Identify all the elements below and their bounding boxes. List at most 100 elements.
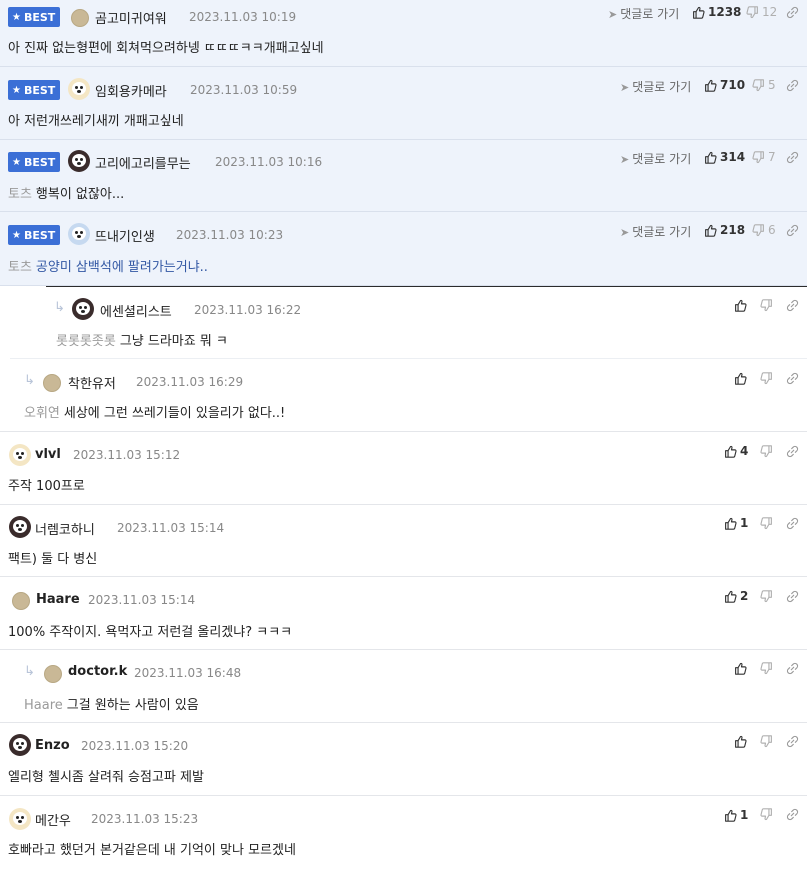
thumbs-up-icon xyxy=(734,662,747,675)
thumbs-down-icon xyxy=(760,299,773,312)
avatar[interactable] xyxy=(68,150,90,172)
upvote-button[interactable] xyxy=(734,299,747,312)
comment-nickname[interactable]: 너렘코하니 xyxy=(35,519,95,538)
comment-nickname[interactable]: 착한유저 xyxy=(68,373,116,392)
upvote-button[interactable]: 1 xyxy=(724,516,748,530)
mention-label[interactable]: 롯롯롯좃롯 xyxy=(56,334,116,349)
comment-nickname[interactable]: doctor.k xyxy=(68,664,127,679)
comment-nickname[interactable]: 에센셜리스트 xyxy=(100,301,172,320)
mention-label[interactable]: Haare xyxy=(24,698,63,713)
send-arrow-icon: ➤ xyxy=(608,8,618,21)
best-badge: ★ BEST xyxy=(8,7,61,27)
mention-label[interactable]: 오휘연 xyxy=(24,406,60,421)
comment-date: 2023.11.03 10:19 xyxy=(189,10,297,24)
comment-date: 2023.11.03 15:23 xyxy=(91,812,199,826)
comment-nickname[interactable]: 뜨내기인생 xyxy=(95,226,155,245)
avatar[interactable] xyxy=(44,665,62,683)
avatar[interactable] xyxy=(9,808,31,830)
downvote-button[interactable]: 7 xyxy=(752,150,776,164)
link-icon[interactable] xyxy=(786,735,799,748)
link-icon[interactable] xyxy=(786,808,799,821)
comment-nickname[interactable]: 곰고미귀여워 xyxy=(95,8,167,27)
downvote-button[interactable] xyxy=(760,590,773,603)
thumbs-down-icon xyxy=(752,151,765,164)
upvote-button[interactable]: 2 xyxy=(724,589,748,603)
goto-comment-button[interactable]: ➤ 댓글로 가기 xyxy=(620,78,691,95)
comment-date: 2023.11.03 10:59 xyxy=(190,83,298,97)
upvote-button[interactable] xyxy=(734,662,747,675)
comment-nickname[interactable]: Haare xyxy=(36,592,80,607)
downvote-button[interactable] xyxy=(760,735,773,748)
comment-text: 롯롯롯좃롯 그냥 드라마죠 뭐 ㅋ xyxy=(56,334,228,349)
avatar[interactable] xyxy=(71,9,89,27)
comment-date: 2023.11.03 16:22 xyxy=(194,303,302,317)
comment-date: 2023.11.03 10:16 xyxy=(215,155,323,169)
downvote-button[interactable]: 5 xyxy=(752,78,776,92)
link-icon[interactable] xyxy=(786,662,799,675)
avatar[interactable] xyxy=(72,298,94,320)
link-icon[interactable] xyxy=(786,79,799,92)
thumbs-down-icon xyxy=(746,6,759,19)
downvote-button[interactable] xyxy=(760,372,773,385)
goto-comment-button[interactable]: ➤ 댓글로 가기 xyxy=(608,5,679,22)
upvote-button[interactable] xyxy=(734,735,747,748)
comment-nickname[interactable]: Enzo xyxy=(35,738,70,753)
comment-item: ★ BEST 뜨내기인생 2023.11.03 10:23 ➤ 댓글로 가기 218… xyxy=(0,212,807,286)
comment-nickname[interactable]: 고리에고리를무는 xyxy=(95,153,191,172)
comment-date: 2023.11.03 15:12 xyxy=(73,448,181,462)
upvote-button[interactable]: 710 xyxy=(704,78,745,92)
link-icon[interactable] xyxy=(786,299,799,312)
downvote-button[interactable] xyxy=(760,662,773,675)
comment-nickname[interactable]: 메간우 xyxy=(35,810,71,829)
link-icon[interactable] xyxy=(786,372,799,385)
downvote-button[interactable] xyxy=(760,445,773,458)
thumbs-down-icon xyxy=(760,372,773,385)
downvote-button[interactable] xyxy=(760,299,773,312)
avatar[interactable] xyxy=(9,444,31,466)
thumbs-down-icon xyxy=(760,590,773,603)
send-arrow-icon: ➤ xyxy=(620,81,630,94)
downvote-button[interactable]: 6 xyxy=(752,223,776,237)
upvote-button[interactable]: 1 xyxy=(724,808,748,822)
send-arrow-icon: ➤ xyxy=(620,226,630,239)
thumbs-down-icon xyxy=(752,224,765,237)
comment-nickname[interactable]: vlvl xyxy=(35,447,61,462)
downvote-button[interactable] xyxy=(760,808,773,821)
comment-date: 2023.11.03 15:20 xyxy=(81,739,189,753)
thumbs-down-icon xyxy=(760,808,773,821)
link-icon[interactable] xyxy=(786,517,799,530)
link-icon[interactable] xyxy=(786,590,799,603)
comment-date: 2023.11.03 16:48 xyxy=(134,666,242,680)
downvote-button[interactable] xyxy=(760,517,773,530)
comment-date: 2023.11.03 15:14 xyxy=(117,521,225,535)
upvote-button[interactable]: 1238 xyxy=(692,5,741,19)
mention-label[interactable]: 토츠 xyxy=(8,260,32,275)
avatar[interactable] xyxy=(68,78,90,100)
comment-date: 2023.11.03 16:29 xyxy=(136,375,244,389)
link-icon[interactable] xyxy=(786,224,799,237)
avatar[interactable] xyxy=(9,516,31,538)
goto-comment-button[interactable]: ➤ 댓글로 가기 xyxy=(620,223,691,240)
reply-arrow-icon: ↳ xyxy=(54,300,65,315)
avatar[interactable] xyxy=(9,734,31,756)
comment-item: ★ BEST 임회용카메라 2023.11.03 10:59 ➤ 댓글로 가기 71… xyxy=(0,67,807,140)
upvote-button[interactable]: 314 xyxy=(704,150,745,164)
mention-label[interactable]: 토츠 xyxy=(8,187,32,202)
downvote-button[interactable]: 12 xyxy=(746,5,777,19)
comment-nickname[interactable]: 임회용카메라 xyxy=(95,81,167,100)
link-icon[interactable] xyxy=(786,6,799,19)
link-icon[interactable] xyxy=(786,445,799,458)
upvote-button[interactable] xyxy=(734,372,747,385)
comment-text: 아 진짜 없는형편에 회쳐먹으려하넹 ㄸㄸㄸㅋㅋ개패고싶네 xyxy=(8,41,324,56)
link-icon[interactable] xyxy=(786,151,799,164)
star-icon: ★ xyxy=(12,156,21,168)
avatar[interactable] xyxy=(68,223,90,245)
best-badge: ★ BEST xyxy=(8,225,61,245)
upvote-button[interactable]: 4 xyxy=(724,444,748,458)
thumbs-up-icon xyxy=(724,517,737,530)
upvote-button[interactable]: 218 xyxy=(704,223,745,237)
avatar[interactable] xyxy=(43,374,61,392)
reply-arrow-icon: ↳ xyxy=(24,664,35,679)
goto-comment-button[interactable]: ➤ 댓글로 가기 xyxy=(620,150,691,167)
avatar[interactable] xyxy=(12,592,30,610)
